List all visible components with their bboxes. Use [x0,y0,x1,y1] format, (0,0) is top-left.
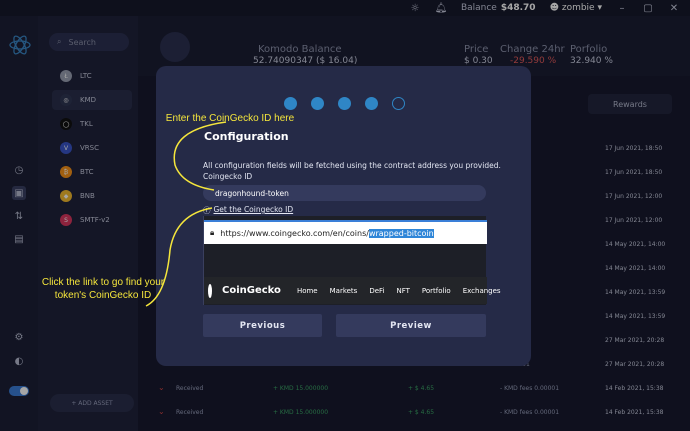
annotation-bottom: Click the link to go find your token's C… [41,277,165,301]
annotation-arrows [145,121,227,307]
annotation-top: Enter the CoinGecko ID here [165,113,295,124]
